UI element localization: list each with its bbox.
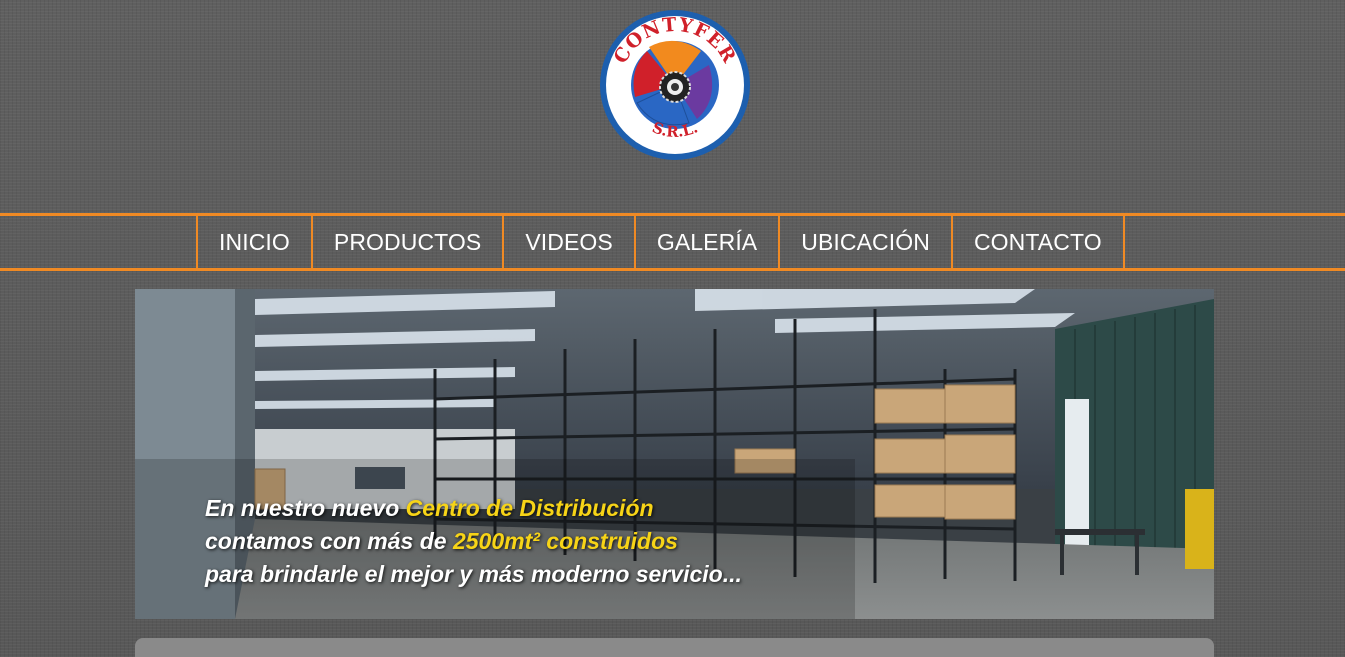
banner-line-1-a: En nuestro nuevo <box>205 495 406 521</box>
nav-item-ubicacion[interactable]: UBICACIÓN <box>778 216 951 268</box>
nav-item-productos[interactable]: PRODUCTOS <box>310 216 502 268</box>
hero-banner[interactable]: En nuestro nuevo Centro de Distribución … <box>135 289 1214 619</box>
banner-line-2: contamos con más de 2500mt² construidos <box>205 525 742 558</box>
nav-item-videos[interactable]: VIDEOS <box>502 216 634 268</box>
main-nav: INICIO PRODUCTOS VIDEOS GALERÍA UBICACIÓ… <box>0 213 1345 271</box>
banner-caption: En nuestro nuevo Centro de Distribución … <box>205 492 742 591</box>
content-panel <box>135 638 1214 657</box>
nav-list: INICIO PRODUCTOS VIDEOS GALERÍA UBICACIÓ… <box>196 216 1125 268</box>
nav-item-inicio[interactable]: INICIO <box>196 216 311 268</box>
contyfer-logo-icon: CONTYFER S.R.L. <box>600 10 750 160</box>
site-logo[interactable]: CONTYFER S.R.L. <box>597 7 753 163</box>
nav-item-galeria[interactable]: GALERÍA <box>633 216 778 268</box>
banner-line-3: para brindarle el mejor y más moderno se… <box>205 561 742 587</box>
banner-line-2-a: contamos con más de <box>205 528 453 554</box>
banner-line-1: En nuestro nuevo Centro de Distribución <box>205 492 742 525</box>
banner-line-2-b: 2500mt² construidos <box>452 528 678 554</box>
nav-item-contacto[interactable]: CONTACTO <box>950 216 1125 268</box>
banner-line-1-b: Centro de Distribución <box>405 495 654 521</box>
